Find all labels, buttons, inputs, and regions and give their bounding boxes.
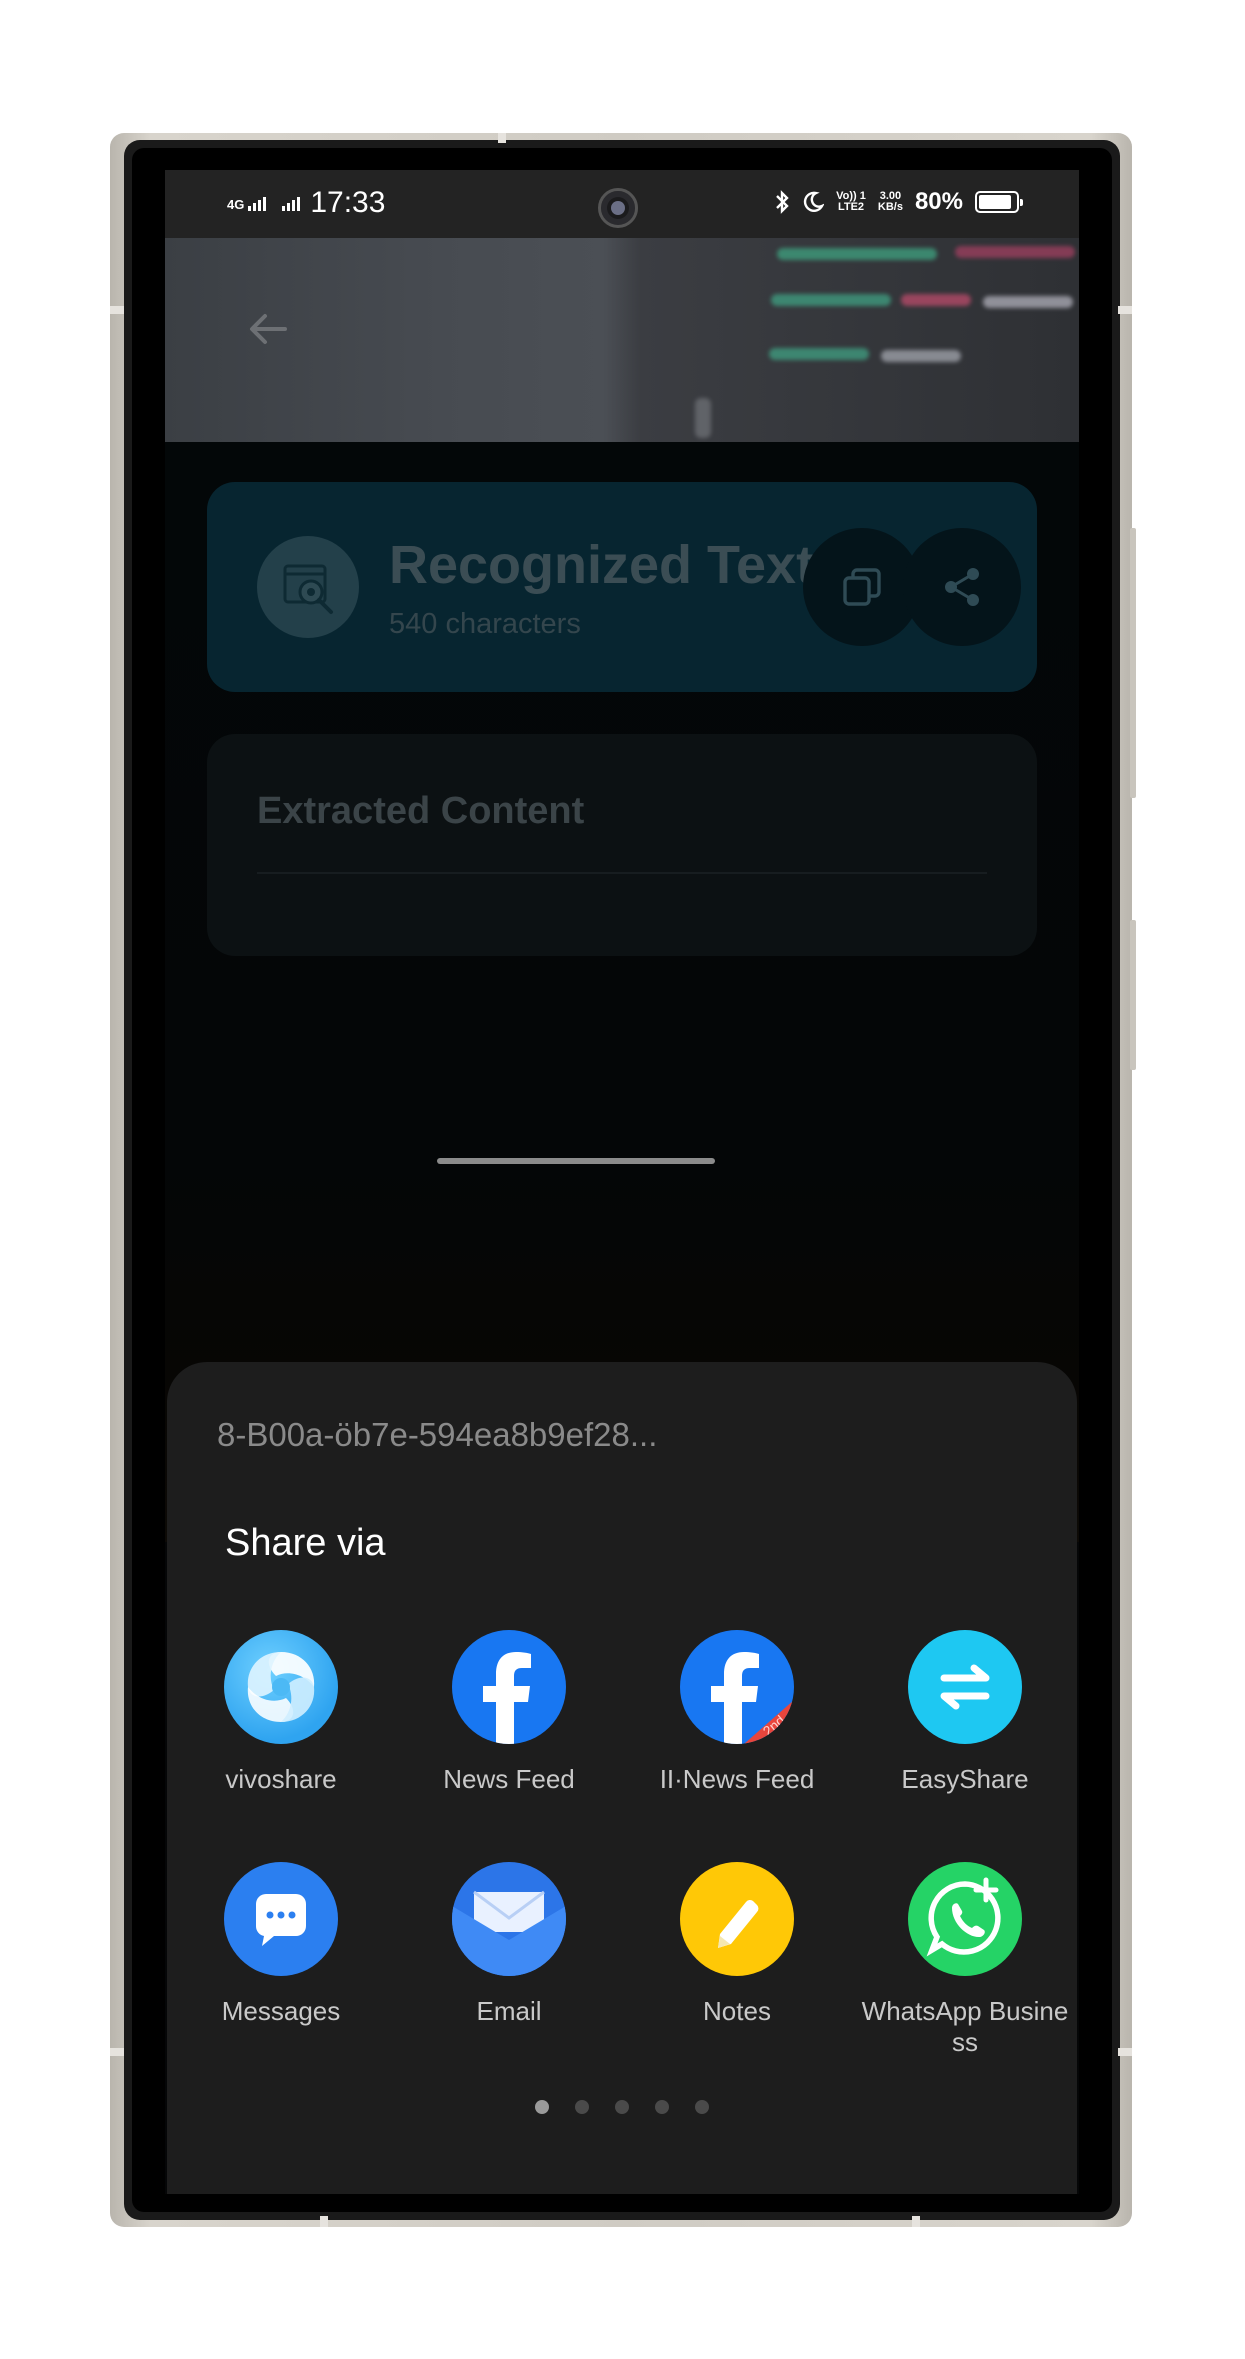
- facebook-icon: [452, 1630, 566, 1744]
- power-button: [1130, 920, 1136, 1070]
- recognized-text-card: Recognized Text 540 characters: [207, 482, 1037, 692]
- antenna-line: [320, 2216, 328, 2227]
- share-app-ii-news-feed[interactable]: 2nd II·News Feed: [623, 1630, 851, 1795]
- back-arrow-icon[interactable]: [243, 304, 293, 354]
- scan-document-icon: [257, 536, 359, 638]
- clock: 17:33: [310, 186, 386, 219]
- share-icon: [945, 568, 979, 606]
- code-line: [955, 246, 1075, 258]
- share-app-whatsapp-business[interactable]: WhatsApp Busine ss: [851, 1862, 1079, 2058]
- share-sheet: 8-B00a-öb7e-594ea8b9ef28... Share via vi…: [167, 1362, 1077, 2194]
- copy-icon: [843, 568, 881, 606]
- app-label: WhatsApp Busine ss: [861, 1996, 1069, 2057]
- app-label: News Feed: [443, 1764, 575, 1794]
- email-icon: [452, 1862, 566, 1976]
- home-indicator[interactable]: [437, 1158, 715, 1164]
- extracted-content-title: Extracted Content: [257, 790, 585, 832]
- character-count: 540 characters: [389, 608, 581, 640]
- network-type: 4G: [227, 197, 245, 212]
- page-dot[interactable]: [535, 2100, 549, 2114]
- code-line: [695, 398, 711, 438]
- divider: [257, 872, 987, 874]
- app-label: II·News Feed: [659, 1764, 815, 1794]
- share-app-news-feed[interactable]: News Feed: [395, 1630, 623, 1795]
- easyshare-icon: [908, 1630, 1022, 1744]
- code-line: [771, 294, 891, 306]
- code-line: [881, 350, 961, 362]
- antenna-line: [498, 133, 506, 143]
- vivoshare-icon: [224, 1630, 338, 1744]
- code-line: [769, 348, 869, 360]
- whatsapp-business-icon: [908, 1862, 1022, 1976]
- antenna-line: [1118, 306, 1132, 314]
- messages-icon: [224, 1862, 338, 1976]
- share-app-vivoshare[interactable]: vivoshare: [167, 1630, 395, 1795]
- battery-percent: 80%: [914, 188, 963, 215]
- screen: 4G 17:33 Vo)) 1 LTE2 3.00 KB/s 80% Recog…: [165, 170, 1079, 2194]
- app-label: Email: [476, 1996, 542, 2026]
- facebook-clone-icon: 2nd: [680, 1630, 794, 1744]
- app-label: vivoshare: [225, 1764, 337, 1794]
- bluetooth-icon: [776, 190, 789, 214]
- status-bar: 4G 17:33 Vo)) 1 LTE2 3.00 KB/s 80%: [165, 170, 1079, 238]
- share-button[interactable]: [903, 528, 1021, 646]
- antenna-line: [1118, 2048, 1132, 2056]
- notes-icon: [680, 1862, 794, 1976]
- code-line: [901, 294, 971, 306]
- extracted-content-card: Extracted Content: [207, 734, 1037, 956]
- antenna-line: [912, 2216, 920, 2227]
- do-not-disturb-icon: [804, 191, 825, 212]
- share-via-title: Share via: [225, 1522, 386, 1564]
- page-indicator: [167, 2100, 1077, 2114]
- front-camera: [598, 188, 638, 228]
- share-app-easyshare[interactable]: EasyShare: [851, 1630, 1079, 1795]
- share-app-notes[interactable]: Notes: [623, 1862, 851, 2027]
- page-dot[interactable]: [695, 2100, 709, 2114]
- antenna-line: [110, 306, 124, 314]
- app-label: EasyShare: [901, 1764, 1029, 1794]
- app-label: Messages: [221, 1996, 341, 2026]
- code-line: [983, 296, 1073, 308]
- page-dot[interactable]: [615, 2100, 629, 2114]
- volte-indicator: Vo)) 1 LTE2: [836, 190, 866, 213]
- signal-icon: [248, 195, 267, 211]
- share-app-messages[interactable]: Messages: [167, 1862, 395, 2027]
- signal-2-icon: [282, 195, 301, 211]
- network-speed: 3.00 KB/s: [877, 190, 903, 213]
- recognized-text-title: Recognized Text: [389, 535, 815, 595]
- shared-file-name: 8-B00a-öb7e-594ea8b9ef28...: [217, 1416, 658, 1453]
- code-line: [777, 248, 937, 260]
- header-image: [165, 238, 1079, 442]
- volume-button: [1130, 528, 1136, 798]
- antenna-line: [110, 2048, 124, 2056]
- battery-icon: [975, 191, 1023, 213]
- page-dot[interactable]: [655, 2100, 669, 2114]
- page-dot[interactable]: [575, 2100, 589, 2114]
- app-label: Notes: [703, 1996, 771, 2026]
- share-app-email[interactable]: Email: [395, 1862, 623, 2027]
